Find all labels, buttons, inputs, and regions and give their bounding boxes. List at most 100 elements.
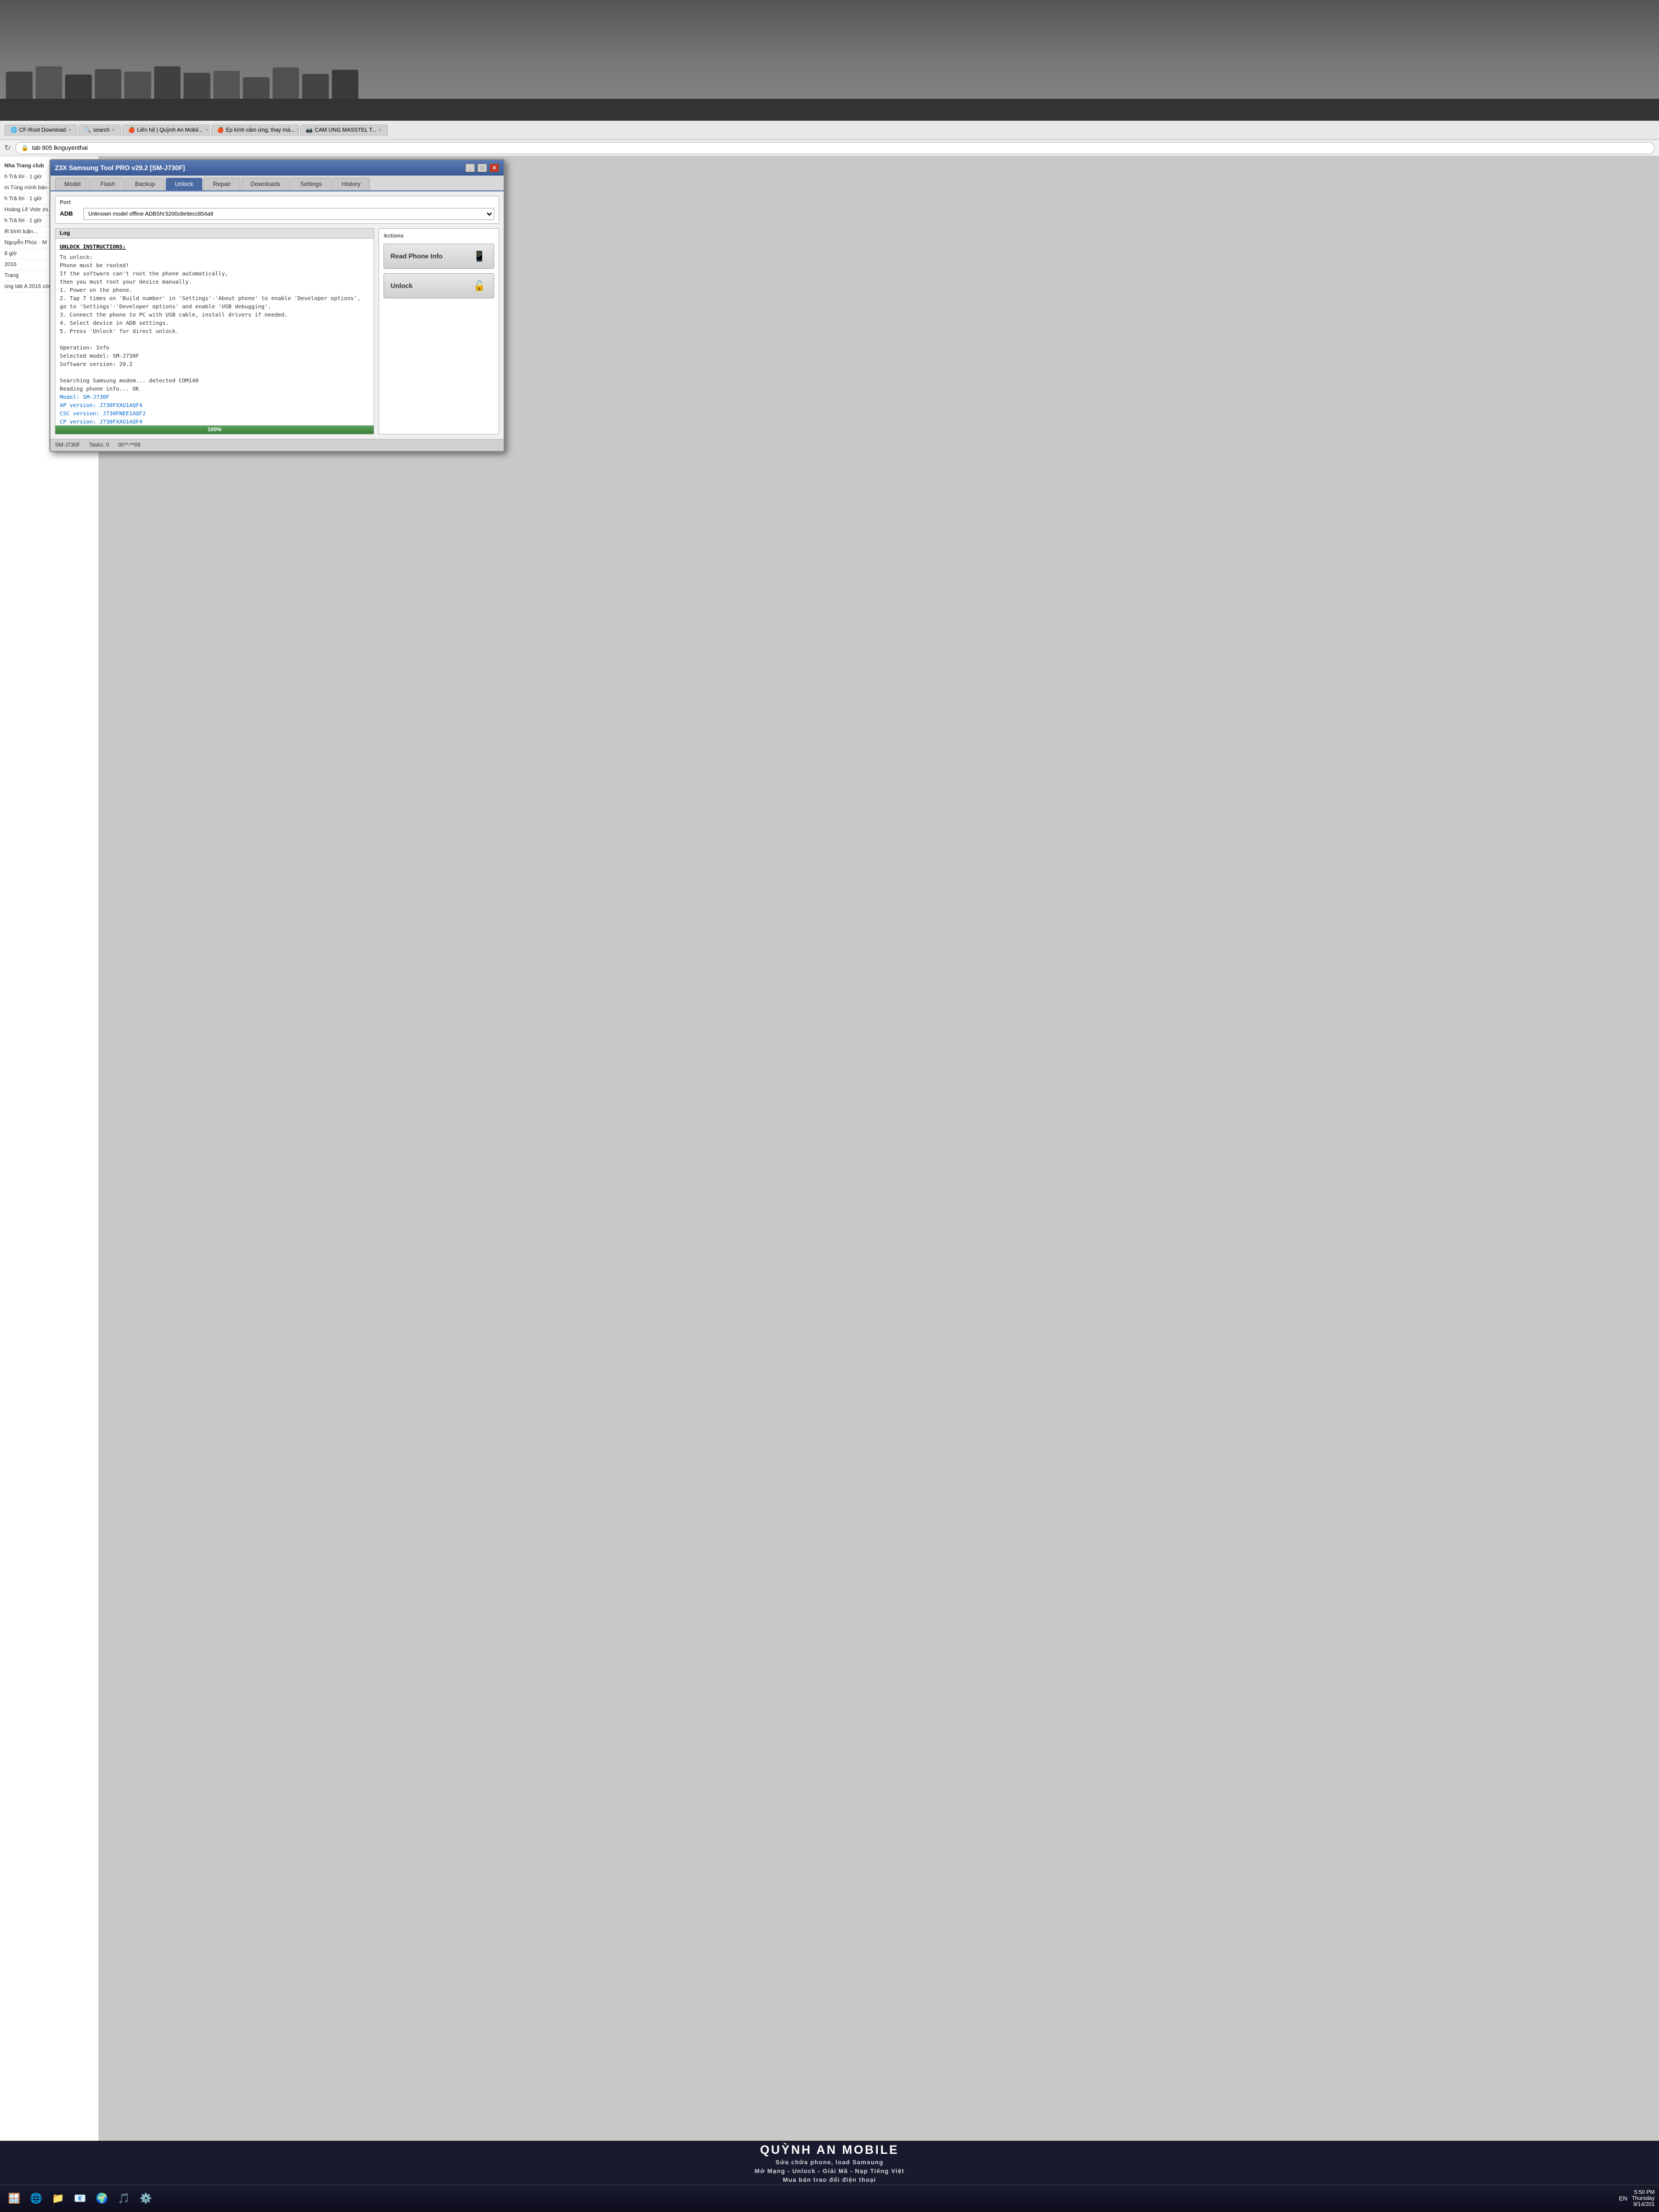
- tab-epkinh-close[interactable]: ×: [297, 127, 298, 133]
- tab-model[interactable]: Model: [55, 178, 90, 190]
- sidebar-label-10: Trang: [4, 273, 19, 279]
- read-phone-info-icon: 📱: [472, 249, 487, 264]
- instr-line-6: go to 'Settings'-'Developer options' and…: [60, 303, 369, 311]
- port-row: ADB Unknown model offline ADBSN:5200c8e9…: [60, 208, 494, 220]
- tab-camung-close[interactable]: ×: [379, 127, 382, 133]
- adb-select[interactable]: Unknown model offline ADBSN:5200c8e9ecc8…: [83, 208, 494, 220]
- log-out-0: Operation: Info: [60, 344, 369, 352]
- instr-line-3: then you must root your device manually.: [60, 278, 369, 286]
- tab-epkinh-favicon: 🍎: [217, 127, 224, 134]
- z3x-tab-bar: Model Flash Backup Unlock Repair Downloa…: [50, 176, 504, 191]
- tab-camung-label: CAM UNG MASSTEL T...: [315, 127, 376, 133]
- taskbar-time-block: 5:50 PM Thursday 9/14/201: [1632, 2190, 1655, 2208]
- tab-cf-root[interactable]: 🌐 CF-Root Download ×: [4, 125, 77, 136]
- z3x-body: Port ADB Unknown model offline ADBSN:520…: [50, 191, 504, 439]
- close-button[interactable]: ✕: [489, 163, 499, 172]
- sidebar-label-1: h Trả lời · 1 giờ: [4, 174, 42, 180]
- instr-line-1: Phone must be rooted!: [60, 262, 369, 270]
- brand-main: QUỲNH AN MOBILE: [755, 2143, 905, 2157]
- instr-line-4: 1. Power on the phone.: [60, 286, 369, 295]
- read-phone-info-button[interactable]: Read Phone Info 📱: [383, 244, 494, 269]
- tab-lienhe-label: Liên hệ | Quỳnh An Mobil...: [137, 127, 203, 133]
- tab-lienhe[interactable]: 🍎 Liên hệ | Quỳnh An Mobil... ×: [122, 125, 210, 136]
- tab-search[interactable]: 🔍 search ×: [78, 125, 121, 136]
- log-out-7: AP version: J730FXXU1AQF4: [60, 402, 369, 410]
- z3x-title: Z3X Samsung Tool PRO v29.2 [SM-J730F]: [55, 164, 185, 172]
- minimize-button[interactable]: _: [465, 163, 475, 172]
- log-out-8: CSC version: J730FNEE1AQF2: [60, 410, 369, 418]
- sidebar-label-9: 2016: [4, 262, 16, 268]
- tab-cf-close[interactable]: ×: [68, 127, 71, 133]
- tab-backup[interactable]: Backup: [126, 178, 165, 190]
- tab-search-close[interactable]: ×: [112, 127, 115, 133]
- tab-settings[interactable]: Settings: [291, 178, 331, 190]
- log-section: Log UNLOCK INSTRUCTIONS: To unlock: Phon…: [55, 228, 374, 435]
- taskbar-browser[interactable]: 🌍: [92, 2189, 112, 2209]
- tab-repair[interactable]: Repair: [204, 178, 240, 190]
- maximize-button[interactable]: □: [477, 163, 487, 172]
- browser-container: 🌐 CF-Root Download × 🔍 search × 🍎 Liên h…: [0, 121, 1659, 2212]
- sidebar-label-5: h Trả lời · 1 giờ: [4, 218, 42, 224]
- tab-epkinh[interactable]: 🍎 Ép kính cảm ứng, thay mà... ×: [211, 125, 299, 136]
- log-header: Log: [55, 229, 374, 239]
- port-section: Port ADB Unknown model offline ADBSN:520…: [55, 196, 499, 224]
- address-bar[interactable]: 🔒 tab 805 lknguyenthai: [15, 142, 1655, 154]
- instr-line-7: 3. Connect the phone to PC with USB cabl…: [60, 311, 369, 319]
- taskbar-folder[interactable]: 📁: [48, 2189, 68, 2209]
- log-content: UNLOCK INSTRUCTIONS: To unlock: Phone mu…: [55, 239, 374, 425]
- titlebar-controls: _ □ ✕: [465, 163, 499, 172]
- taskbar-music[interactable]: 🎵: [114, 2189, 134, 2209]
- status-tasks: Tasks: 0: [89, 442, 109, 448]
- progress-text: 100%: [55, 426, 374, 434]
- z3x-titlebar: Z3X Samsung Tool PRO v29.2 [SM-J730F] _ …: [50, 160, 504, 176]
- address-favicon: 🔒: [21, 144, 29, 151]
- tab-lienhe-close[interactable]: ×: [205, 127, 208, 133]
- tab-flash[interactable]: Flash: [91, 178, 125, 190]
- taskbar-date2: 9/14/201: [1632, 2202, 1655, 2208]
- brand-sub1: Sửa chữa phone, load Samsung: [755, 2159, 905, 2166]
- status-model: SM-J730F: [55, 442, 80, 448]
- read-phone-info-label: Read Phone Info: [391, 252, 443, 260]
- sidebar-label-2: m Tùng mình bán E: [4, 185, 53, 191]
- tab-list: 🌐 CF-Root Download × 🔍 search × 🍎 Liên h…: [4, 125, 1655, 136]
- instr-line-0: To unlock:: [60, 253, 369, 262]
- log-out-2: Software version: 29.2: [60, 360, 369, 369]
- refresh-icon[interactable]: ↻: [4, 143, 11, 153]
- taskbar-ie[interactable]: 🌐: [26, 2189, 46, 2209]
- log-out-5: Reading phone info... OK: [60, 385, 369, 393]
- actions-header: Actions: [383, 233, 494, 239]
- unlock-icon: 🔓: [472, 278, 487, 294]
- address-bar-row: ↻ 🔒 tab 805 lknguyenthai: [0, 140, 1659, 156]
- unlock-instructions-header: UNLOCK INSTRUCTIONS:: [60, 243, 369, 251]
- taskbar-time: 5:50 PM: [1632, 2190, 1655, 2196]
- adb-label: ADB: [60, 211, 79, 217]
- sidebar-nhatrang-label: Nha Trang club: [4, 163, 44, 169]
- tab-cf-favicon: 🌐: [10, 127, 17, 134]
- tab-lienhe-favicon: 🍎: [128, 127, 135, 134]
- tab-history[interactable]: History: [332, 178, 370, 190]
- tab-camung-favicon: 📷: [306, 127, 313, 134]
- address-text: tab 805 lknguyenthai: [32, 145, 88, 151]
- log-out-4: Searching Samsung modem... detected COM1…: [60, 377, 369, 385]
- taskbar-right: EN 5:50 PM Thursday 9/14/201: [1619, 2190, 1655, 2208]
- progress-bar-container: 100%: [55, 425, 374, 434]
- left-sidebar: Nha Trang club h Trả lời · 1 giờ m Tùng …: [0, 156, 99, 2203]
- taskbar-mail[interactable]: 📧: [70, 2189, 90, 2209]
- tab-search-favicon: 🔍: [84, 127, 91, 134]
- taskbar-language: EN: [1619, 2196, 1627, 2202]
- brand-sub2: Mở Mạng - Unlock - Giải Mã - Nạp Tiếng V…: [755, 2168, 905, 2175]
- sidebar-label-nguyen: Nguyễn Phúc · M: [4, 240, 47, 246]
- unlock-button[interactable]: Unlock 🔓: [383, 273, 494, 298]
- taskbar-date: Thursday: [1632, 2196, 1655, 2202]
- taskbar-start[interactable]: 🪟: [4, 2189, 24, 2209]
- browser-tabbar: 🌐 CF-Root Download × 🔍 search × 🍎 Liên h…: [0, 121, 1659, 140]
- tab-unlock[interactable]: Unlock: [166, 178, 203, 190]
- log-out-1: Selected model: SM-J730F: [60, 352, 369, 360]
- tab-search-label: search: [93, 127, 110, 133]
- tab-camung[interactable]: 📷 CAM UNG MASSTEL T... ×: [300, 125, 388, 136]
- branding-bar: QUỲNH AN MOBILE Sửa chữa phone, load Sam…: [0, 2141, 1659, 2185]
- tab-downloads[interactable]: Downloads: [241, 178, 290, 190]
- tab-cf-label: CF-Root Download: [19, 127, 66, 133]
- sidebar-label-4: Hoàng Lê Vote zo...: [4, 207, 53, 213]
- taskbar-settings[interactable]: ⚙️: [136, 2189, 156, 2209]
